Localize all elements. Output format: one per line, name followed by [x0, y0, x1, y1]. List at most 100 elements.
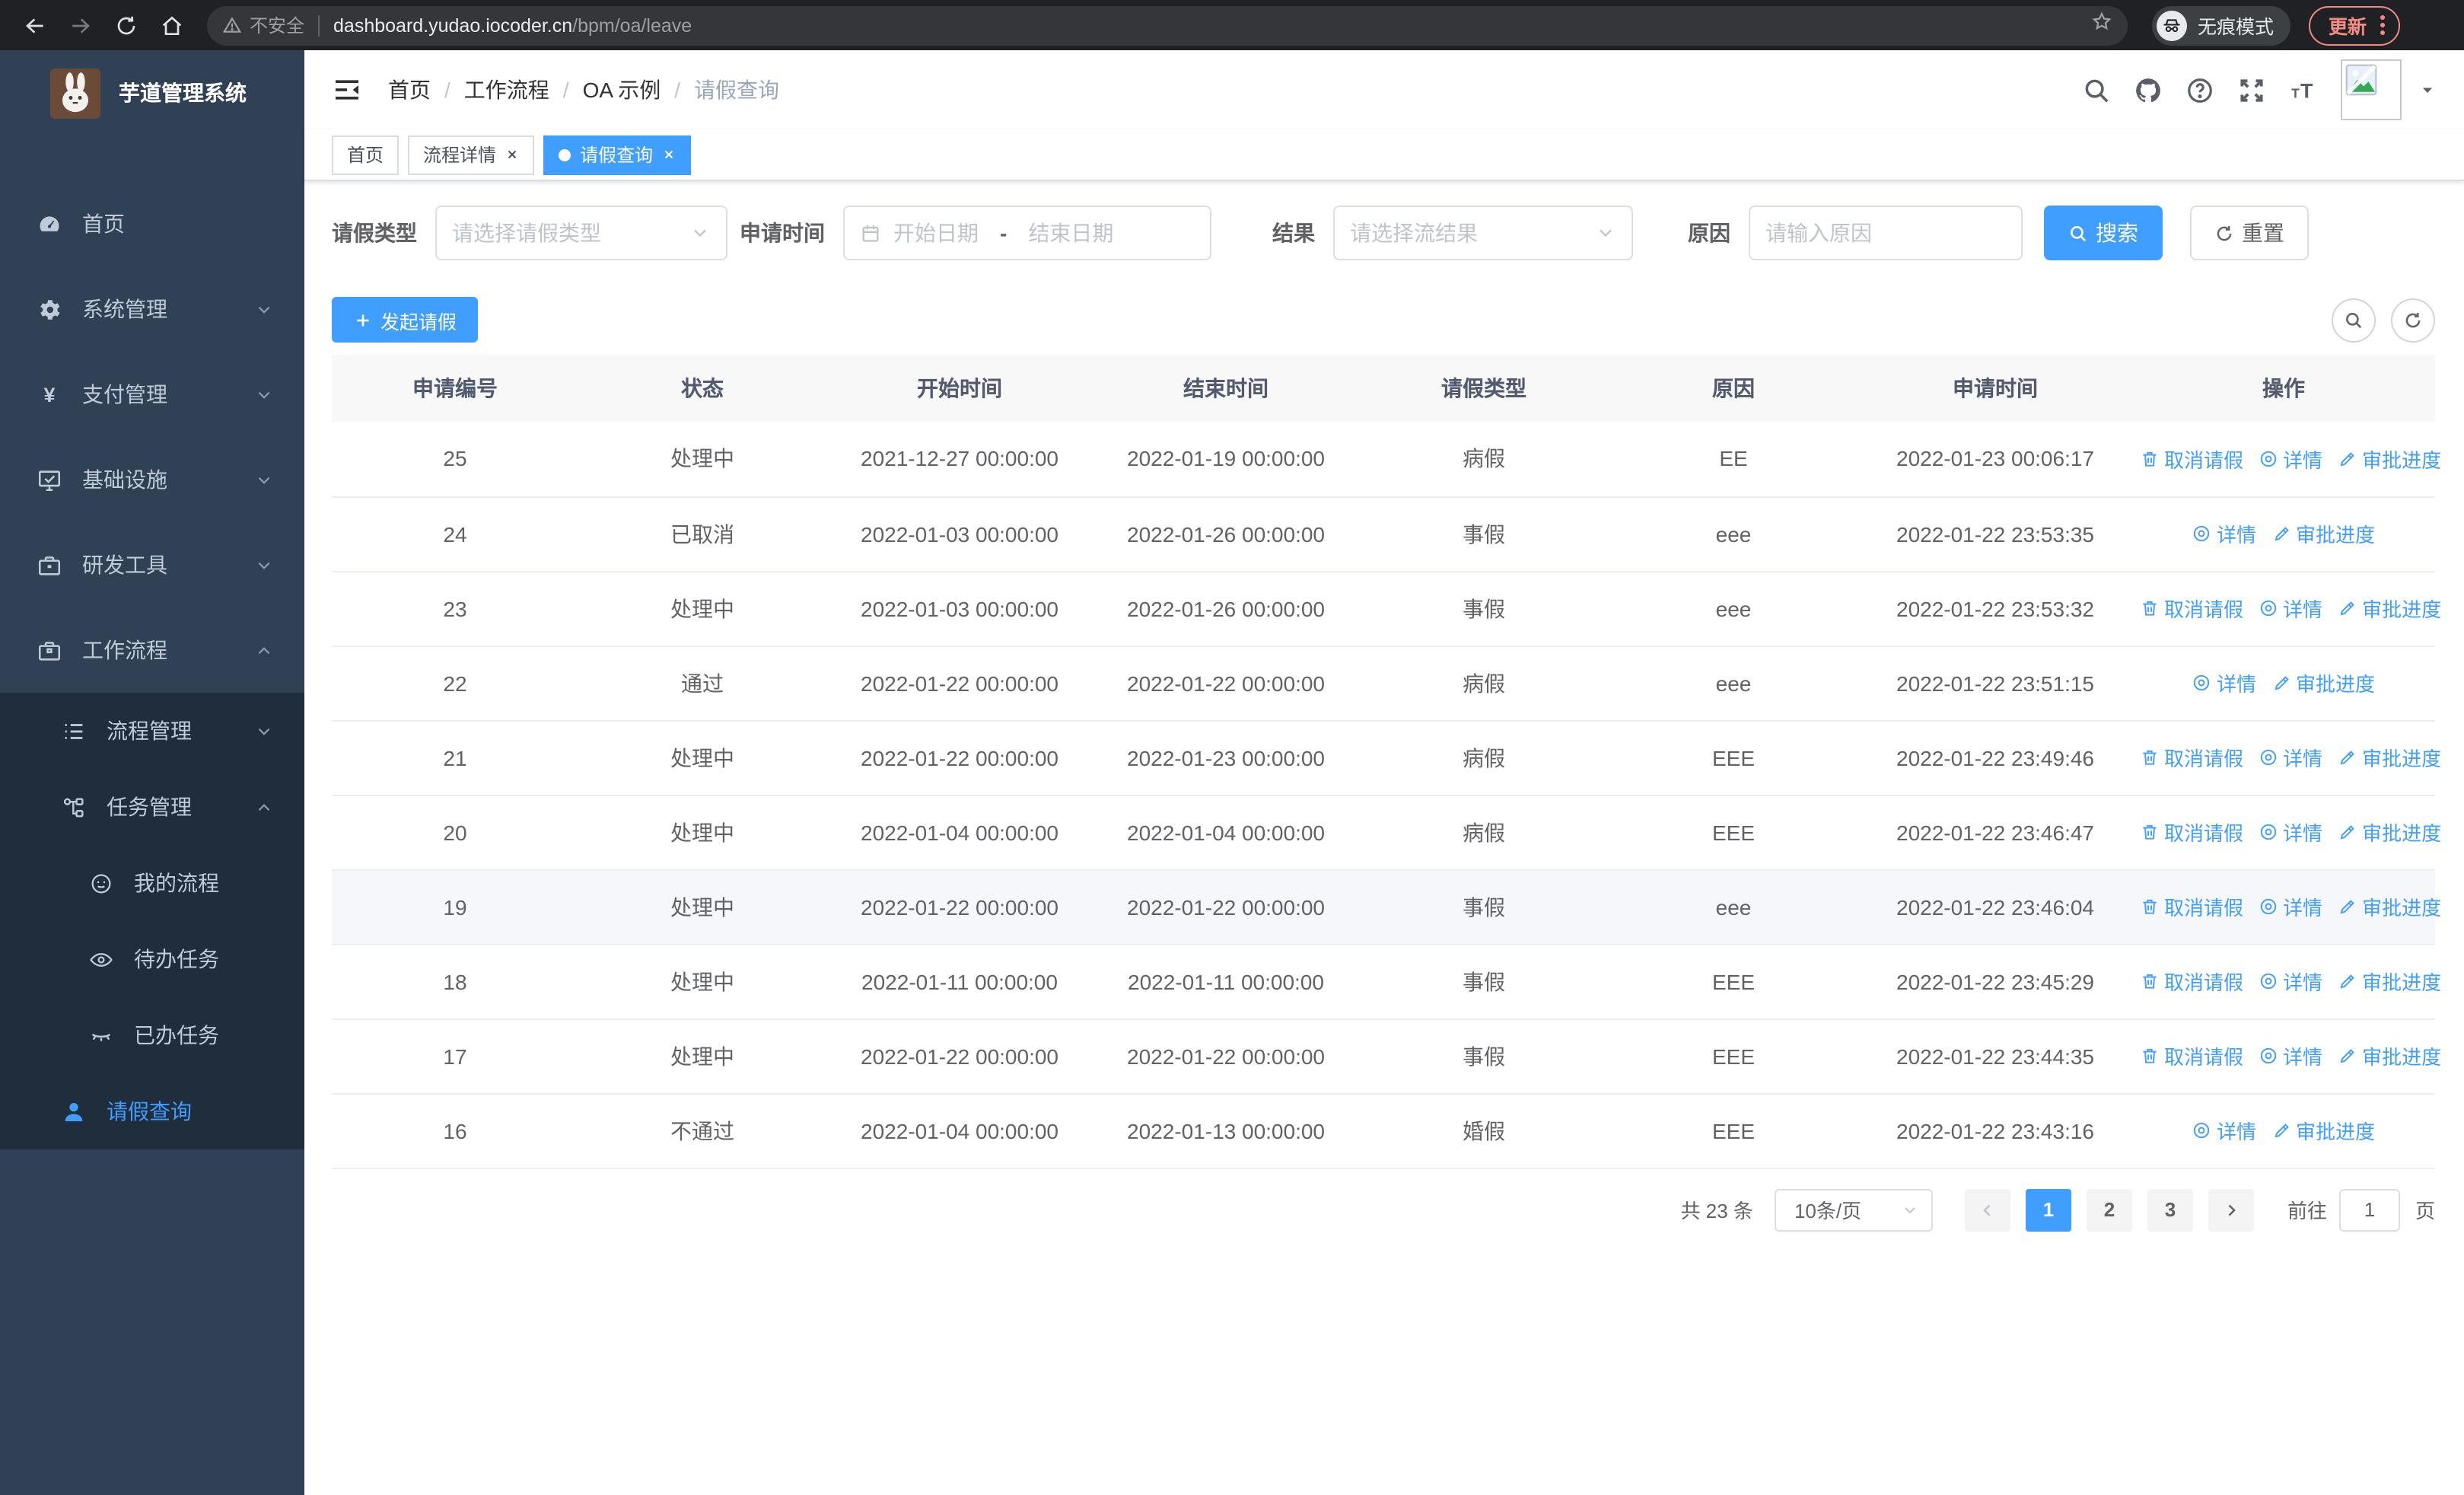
cell-actions: 取消请假 详情 审批进度: [2132, 795, 2441, 870]
breadcrumb-item[interactable]: 首页: [388, 75, 431, 105]
progress-action-link[interactable]: 审批进度: [2338, 967, 2441, 996]
page-button-1[interactable]: 1: [2025, 1188, 2071, 1231]
create-leave-button[interactable]: 发起请假: [332, 297, 479, 343]
goto-page-input[interactable]: [2338, 1188, 2400, 1231]
prev-page-button[interactable]: [1964, 1188, 2010, 1231]
bookmark-star-icon[interactable]: [2091, 11, 2112, 40]
end-date-placeholder: 结束日期: [1028, 221, 1114, 245]
sidebar-item-payment[interactable]: ¥ 支付管理: [0, 352, 304, 437]
detail-action-link[interactable]: 详情: [2259, 967, 2322, 996]
progress-action-link[interactable]: 审批进度: [2338, 445, 2441, 473]
cancel-action-link[interactable]: 取消请假: [2140, 818, 2243, 846]
sidebar-item-system[interactable]: 系统管理: [0, 266, 304, 352]
sidebar-item-process-mgmt[interactable]: 流程管理: [0, 693, 304, 769]
page-size-select[interactable]: 10条/页: [1774, 1188, 1933, 1231]
cancel-action-link[interactable]: 取消请假: [2140, 967, 2243, 996]
search-button[interactable]: 搜索: [2044, 206, 2163, 260]
detail-action-link[interactable]: 详情: [2192, 519, 2256, 548]
app-title: 芋道管理系统: [119, 81, 247, 105]
github-icon[interactable]: [2134, 75, 2163, 104]
avatar[interactable]: [2341, 59, 2402, 120]
page-button-3[interactable]: 3: [2147, 1188, 2193, 1231]
tab-首页[interactable]: 首页: [332, 135, 400, 174]
detail-action-link[interactable]: 详情: [2192, 668, 2256, 697]
apply-time-range-picker[interactable]: 开始日期 - 结束日期: [843, 206, 1211, 260]
detail-action-link[interactable]: 详情: [2259, 892, 2322, 921]
detail-action-link[interactable]: 详情: [2192, 1116, 2256, 1145]
progress-action-link[interactable]: 审批进度: [2271, 1116, 2375, 1145]
list-tree-icon: [61, 718, 87, 744]
caret-down-icon[interactable]: [2418, 81, 2437, 99]
sidebar-item-leave-query[interactable]: 请假查询: [0, 1073, 304, 1149]
sidebar-item-infrastructure[interactable]: 基础设施: [0, 437, 304, 522]
reason-input[interactable]: 请输入原因: [1749, 206, 2023, 260]
progress-action-link[interactable]: 审批进度: [2338, 818, 2441, 846]
cell-id: 20: [332, 795, 578, 870]
forward-icon[interactable]: [61, 5, 100, 45]
back-icon[interactable]: [15, 5, 55, 45]
browser-menu-icon[interactable]: [2380, 15, 2386, 35]
fullscreen-icon[interactable]: [2237, 75, 2266, 104]
result-select[interactable]: 请选择流结果: [1333, 206, 1633, 260]
toggle-search-button[interactable]: [2332, 298, 2376, 342]
table-toolbar: 发起请假: [332, 297, 2435, 343]
tab-请假查询[interactable]: 请假查询: [543, 135, 692, 174]
browser-update-button[interactable]: 更新: [2309, 5, 2401, 45]
leave-type-select[interactable]: 请选择请假类型: [435, 206, 727, 260]
cancel-action-link[interactable]: 取消请假: [2140, 594, 2243, 623]
cancel-action-link[interactable]: 取消请假: [2140, 1041, 2243, 1070]
home-icon[interactable]: [152, 5, 192, 45]
detail-action-link[interactable]: 详情: [2259, 818, 2322, 846]
sidebar-item-task-mgmt[interactable]: 任务管理: [0, 769, 304, 845]
filter-form: 请假类型 请选择请假类型 申请时间 开始日期 - 结束日期 结果 请选择流结果: [332, 206, 2435, 260]
progress-action-link[interactable]: 审批进度: [2338, 1041, 2441, 1070]
address-bar[interactable]: 不安全 dashboard.yudao.iocoder.cn/bpm/oa/le…: [207, 5, 2128, 45]
column-header: 操作: [2132, 355, 2435, 422]
detail-action-link[interactable]: 详情: [2259, 743, 2322, 772]
collapse-sidebar-icon[interactable]: [332, 75, 362, 105]
table-row: 20 处理中 2022-01-04 00:00:00 2022-01-04 00:00…: [332, 795, 2441, 870]
sidebar-item-todo-task[interactable]: 待办任务: [0, 921, 304, 997]
detail-action-label: 详情: [2283, 971, 2323, 994]
sidebar-item-done-task[interactable]: 已办任务: [0, 997, 304, 1073]
breadcrumb-item[interactable]: OA 示例: [583, 75, 661, 105]
reset-button[interactable]: 重置: [2190, 206, 2309, 260]
close-icon[interactable]: [505, 148, 519, 161]
progress-action-link[interactable]: 审批进度: [2338, 594, 2441, 623]
refresh-table-button[interactable]: [2391, 298, 2435, 342]
breadcrumb-item[interactable]: 工作流程: [464, 75, 549, 105]
close-icon[interactable]: [662, 148, 676, 161]
next-page-button[interactable]: [2208, 1188, 2254, 1231]
help-icon[interactable]: [2185, 75, 2214, 104]
sidebar-item-my-process[interactable]: 我的流程: [0, 845, 304, 921]
progress-action-link[interactable]: 审批进度: [2271, 668, 2375, 697]
page-button-2[interactable]: 2: [2086, 1188, 2132, 1231]
progress-action-label: 审批进度: [2362, 598, 2442, 621]
detail-action-link[interactable]: 详情: [2259, 445, 2322, 473]
cancel-action-label: 取消请假: [2164, 897, 2244, 920]
sidebar-item-home[interactable]: 首页: [0, 181, 304, 266]
cancel-action-link[interactable]: 取消请假: [2140, 743, 2243, 772]
progress-action-link[interactable]: 审批进度: [2338, 892, 2441, 921]
detail-action-link[interactable]: 详情: [2259, 594, 2322, 623]
pagination: 共 23 条 10条/页 123 前往 页: [332, 1188, 2435, 1231]
monitor-icon: [37, 467, 62, 492]
font-size-icon[interactable]: TT: [2289, 75, 2318, 104]
tab-流程详情[interactable]: 流程详情: [408, 135, 535, 174]
cell-start: 2022-01-22 00:00:00: [826, 869, 1093, 945]
cancel-action-link[interactable]: 取消请假: [2140, 892, 2243, 921]
sidebar-item-workflow[interactable]: 工作流程: [0, 607, 304, 693]
search-icon[interactable]: [2082, 75, 2111, 104]
table-row: 19 处理中 2022-01-22 00:00:00 2022-01-22 00:00…: [332, 869, 2441, 945]
chevron-down-icon: [689, 222, 711, 244]
progress-action-link[interactable]: 审批进度: [2338, 743, 2441, 772]
sidebar-item-dev-tools[interactable]: 研发工具: [0, 522, 304, 607]
incognito-label: 无痕模式: [2198, 17, 2275, 38]
cancel-action-link[interactable]: 取消请假: [2140, 445, 2243, 473]
detail-action-label: 详情: [2216, 524, 2256, 547]
progress-action-link[interactable]: 审批进度: [2271, 519, 2375, 548]
detail-action-link[interactable]: 详情: [2259, 1041, 2322, 1070]
reload-icon[interactable]: [107, 5, 146, 45]
cancel-action-label: 取消请假: [2164, 448, 2244, 472]
security-warning[interactable]: 不安全: [222, 12, 304, 38]
